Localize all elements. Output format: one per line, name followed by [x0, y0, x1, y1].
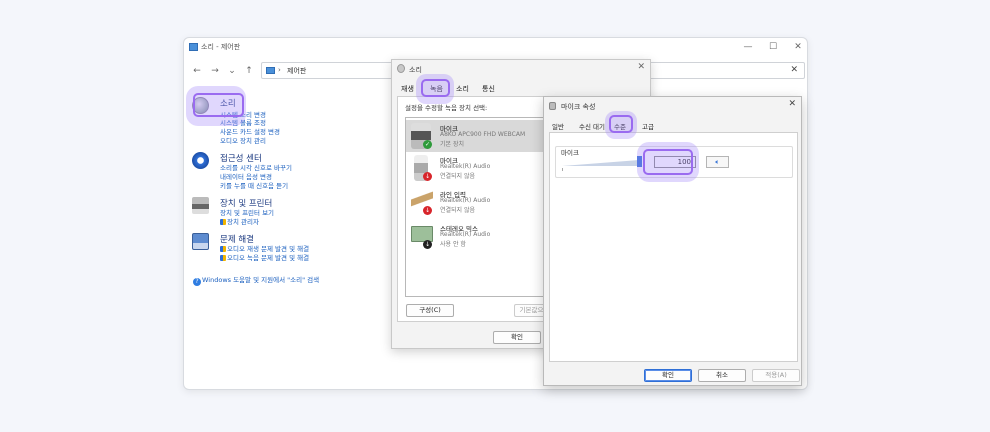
link-device-manager[interactable]: 장치 관리자 [220, 216, 259, 226]
tab-listen[interactable]: 수신 대기 [579, 121, 605, 131]
cancel-button[interactable]: 취소 [698, 369, 746, 382]
highlight-level-frame [643, 149, 693, 175]
tab-playback[interactable]: 재생 [401, 84, 414, 94]
device-status: 연결되지 않음 [440, 207, 476, 214]
sound-dialog-icon [397, 64, 405, 73]
slider-ticks [562, 168, 639, 171]
window-title: 소리 - 제어판 [201, 43, 241, 51]
shield-icon [220, 219, 226, 225]
printer-icon [192, 197, 209, 214]
highlight-levels-tab-frame [609, 115, 633, 133]
up-arrow-icon[interactable]: ↑ [243, 64, 255, 78]
section-accessibility: 접근성 센터 소리를 시각 신호로 바꾸기 내레이터 음성 변경 키를 누를 때… [192, 152, 392, 192]
highlight-sound-frame [193, 93, 244, 117]
control-panel-address-icon [266, 67, 275, 74]
close-icon[interactable]: ✕ [791, 40, 805, 54]
control-panel-icon [189, 43, 198, 51]
section-devices-printers: 장치 및 프린터 장치 및 프린터 보기 장치 관리자 [192, 197, 392, 227]
default-device-check-icon: ✓ [423, 140, 432, 149]
maximize-icon[interactable]: ☐ [766, 40, 780, 54]
breadcrumb-separator-icon: › [278, 66, 281, 74]
mic-dialog-title: 마이크 속성 [561, 103, 596, 111]
troubleshoot-icon [192, 233, 209, 250]
control-panel-titlebar: 소리 - 제어판 — ☐ ✕ [184, 38, 807, 56]
device-driver: Realtek(R) Audio [440, 197, 491, 204]
address-text: 제어판 [287, 67, 307, 75]
device-status: 연결되지 않음 [440, 173, 476, 180]
mute-toggle-button[interactable]: 🔈︎ [706, 156, 729, 168]
configure-button[interactable]: 구성(C) [406, 304, 454, 317]
device-driver: A8KO APC900 FHD WEBCAM [440, 131, 526, 138]
accessibility-icon [192, 152, 209, 169]
device-driver: Realtek(R) Audio [440, 231, 491, 238]
highlight-recording-frame [421, 79, 450, 97]
back-arrow-icon[interactable]: ← [191, 64, 203, 78]
link-key-beep[interactable]: 키를 누를 때 신호음 듣기 [220, 180, 288, 190]
disconnected-arrow-icon: ↓ [423, 172, 432, 181]
ok-button[interactable]: 확인 [493, 331, 541, 344]
forward-arrow-icon[interactable]: → [209, 64, 221, 78]
clear-address-icon[interactable]: ✕ [790, 65, 798, 75]
chevron-down-icon[interactable]: ⌄ [226, 64, 238, 78]
tab-sounds[interactable]: 소리 [456, 84, 469, 94]
microphone-group-label: 마이크 [560, 147, 580, 157]
minimize-icon[interactable]: — [741, 40, 755, 54]
ok-button[interactable]: 확인 [644, 369, 692, 382]
close-icon[interactable]: ✕ [788, 99, 796, 109]
disabled-arrow-icon: ↓ [423, 240, 432, 249]
tab-advanced[interactable]: 고급 [642, 121, 654, 131]
device-status: 사용 안 함 [440, 241, 466, 248]
level-slider-track[interactable] [562, 160, 639, 166]
close-icon[interactable]: ✕ [637, 62, 645, 72]
tab-general[interactable]: 일반 [552, 121, 564, 131]
shield-icon [220, 255, 226, 261]
device-status: 기본 장치 [440, 141, 464, 148]
link-manage-audio-devices[interactable]: 오디오 장치 관리 [220, 135, 266, 145]
help-icon: ? [193, 278, 201, 286]
section-troubleshooting: 문제 해결 오디오 재생 문제 발견 및 해결 오디오 녹음 문제 발견 및 해… [192, 233, 392, 263]
tab-communications[interactable]: 통신 [482, 84, 495, 94]
help-search-link[interactable]: ? Windows 도움말 및 지원에서 "소리" 검색 [193, 274, 319, 286]
apply-button[interactable]: 적용(A) [752, 369, 800, 382]
link-fix-recording[interactable]: 오디오 녹음 문제 발견 및 해결 [220, 252, 309, 262]
microphone-title-icon [549, 102, 556, 110]
speaker-volume-icon: 🔈︎ [715, 158, 720, 166]
microphone-properties-dialog: 마이크 속성 ✕ 일반 수신 대기 수준 고급 마이크 100 🔈︎ 확인 취소… [543, 96, 802, 386]
device-driver: Realtek(R) Audio [440, 163, 491, 170]
sound-dialog-title: 소리 [409, 66, 422, 74]
disconnected-arrow-icon: ↓ [423, 206, 432, 215]
